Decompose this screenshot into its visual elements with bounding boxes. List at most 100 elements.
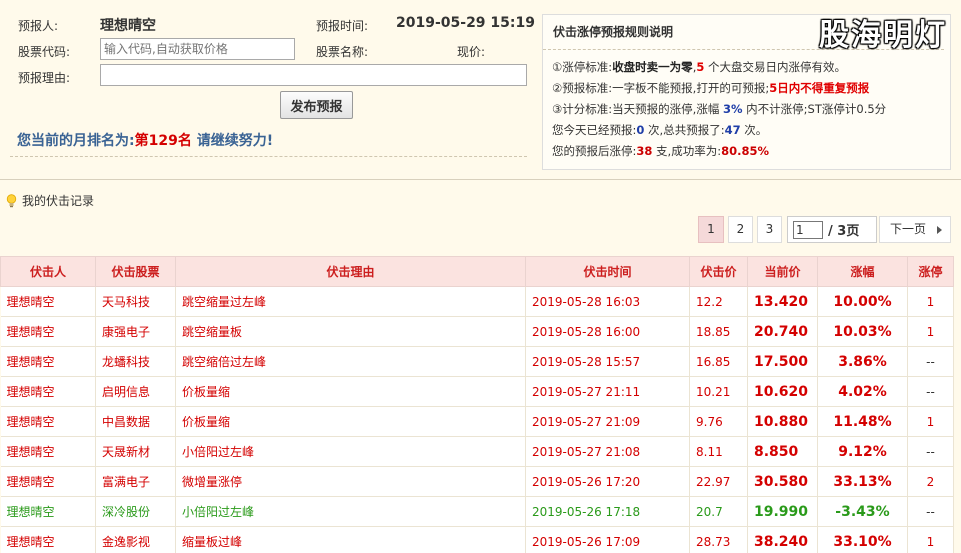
- col-header-current-price: 当前价: [747, 256, 818, 287]
- cell-stock-link[interactable]: 龙蟠科技: [95, 346, 176, 377]
- cell-time: 2019-05-27 21:08: [525, 436, 690, 467]
- cell-time: 2019-05-26 17:18: [525, 496, 690, 527]
- cell-limit-up: --: [907, 496, 954, 527]
- cell-stock-link[interactable]: 富满电子: [95, 466, 176, 497]
- cell-entry-price: 12.2: [689, 286, 748, 317]
- rule-3-prefix: ③计分标准:当天预报的涨停,涨幅: [552, 102, 723, 116]
- next-page-button[interactable]: 下一页: [879, 216, 951, 243]
- rules-body: ①涨停标准:收盘时卖一为零,5 个大盘交易日内涨停有效。 ②预报标准:一字板不能…: [543, 50, 950, 162]
- cell-user: 理想晴空: [0, 286, 96, 317]
- col-header-limit-up: 涨停: [907, 256, 954, 287]
- cell-current-price: 8.850: [747, 436, 818, 467]
- rule-1-strong: 收盘时卖一为零: [612, 60, 693, 74]
- cell-change: 4.02%: [817, 376, 908, 407]
- cell-stock-link[interactable]: 天晟新材: [95, 436, 176, 467]
- forecaster-label: 预报人:: [18, 19, 59, 33]
- cell-stock-link[interactable]: 金逸影视: [95, 526, 176, 553]
- rule-1-suffix: 个大盘交易日内涨停有效。: [704, 60, 847, 74]
- cell-current-price: 13.420: [747, 286, 818, 317]
- cell-time: 2019-05-28 16:03: [525, 286, 690, 317]
- cell-user: 理想晴空: [0, 466, 96, 497]
- cell-reason: 微增量涨停: [175, 466, 526, 497]
- cell-stock-link[interactable]: 康强电子: [95, 316, 176, 347]
- cell-reason: 跳空缩倍过左峰: [175, 346, 526, 377]
- page-jump: 1 / 3页: [787, 216, 877, 243]
- cell-current-price: 38.240: [747, 526, 818, 553]
- cell-time: 2019-05-27 21:11: [525, 376, 690, 407]
- cell-reason: 价板量缩: [175, 376, 526, 407]
- cell-limit-up: 1: [907, 526, 954, 553]
- cell-current-price: 17.500: [747, 346, 818, 377]
- form-divider: [10, 156, 527, 157]
- cell-entry-price: 28.73: [689, 526, 748, 553]
- cell-change: 10.00%: [817, 286, 908, 317]
- cell-time: 2019-05-26 17:09: [525, 526, 690, 553]
- cell-time: 2019-05-28 16:00: [525, 316, 690, 347]
- rank-prefix: 您当前的月排名为:: [17, 133, 135, 149]
- section-divider: [0, 179, 961, 180]
- rule-2-prefix: ②预报标准:一字板不能预报,打开的可预报;: [552, 81, 770, 95]
- cell-change: 9.12%: [817, 436, 908, 467]
- cell-entry-price: 8.11: [689, 436, 748, 467]
- cell-stock-link[interactable]: 中昌数据: [95, 406, 176, 437]
- cell-reason: 跳空缩量过左峰: [175, 286, 526, 317]
- current-price-label: 现价:: [457, 45, 486, 59]
- cell-reason: 小倍阳过左峰: [175, 436, 526, 467]
- cell-user: 理想晴空: [0, 496, 96, 527]
- cell-limit-up: 1: [907, 286, 954, 317]
- stock-name-label: 股票名称:: [316, 45, 369, 59]
- cell-entry-price: 16.85: [689, 346, 748, 377]
- page-jump-input[interactable]: 1: [793, 221, 823, 239]
- records-table: 伏击人 伏击股票 伏击理由 伏击时间 伏击价 当前价 涨幅 涨停 理想晴空 天马科…: [0, 256, 954, 553]
- cell-change: 33.10%: [817, 526, 908, 553]
- publish-forecast-button[interactable]: 发布预报: [280, 91, 353, 119]
- cell-user: 理想晴空: [0, 316, 96, 347]
- cell-change: 33.13%: [817, 466, 908, 497]
- cell-current-price: 10.880: [747, 406, 818, 437]
- rule-line-3: ③计分标准:当天预报的涨停,涨幅 3% 内不计涨停;ST涨停计0.5分: [552, 99, 950, 120]
- cell-stock-link[interactable]: 深冷股份: [95, 496, 176, 527]
- cell-user: 理想晴空: [0, 346, 96, 377]
- cell-change: 3.86%: [817, 346, 908, 377]
- cell-stock-link[interactable]: 天马科技: [95, 286, 176, 317]
- cell-user: 理想晴空: [0, 526, 96, 553]
- table-row: 理想晴空 龙蟠科技 跳空缩倍过左峰 2019-05-28 15:57 16.85 17.5…: [0, 346, 954, 377]
- page-1-button[interactable]: 1: [698, 216, 724, 243]
- rule-3-suffix: 内不计涨停;ST涨停计0.5分: [742, 102, 887, 116]
- cell-current-price: 19.990: [747, 496, 818, 527]
- total-count: 47: [724, 123, 741, 137]
- col-header-stock: 伏击股票: [95, 256, 176, 287]
- rank-suffix: 请继续努力!: [191, 133, 274, 149]
- cell-reason: 价板量缩: [175, 406, 526, 437]
- cell-time: 2019-05-26 17:20: [525, 466, 690, 497]
- rule-1-prefix: ①涨停标准:: [552, 60, 613, 74]
- table-row: 理想晴空 康强电子 跳空缩量板 2019-05-28 16:00 18.85 20.740…: [0, 316, 954, 347]
- cell-entry-price: 9.76: [689, 406, 748, 437]
- stock-code-input[interactable]: [100, 38, 295, 60]
- cell-entry-price: 18.85: [689, 316, 748, 347]
- table-row: 理想晴空 富满电子 微增量涨停 2019-05-26 17:20 22.97 30.580…: [0, 466, 954, 497]
- records-heading: 我的伏击记录: [6, 192, 94, 209]
- cell-limit-up: --: [907, 346, 954, 377]
- table-row: 理想晴空 天晟新材 小倍阳过左峰 2019-05-27 21:08 8.11 8.850 9…: [0, 436, 954, 467]
- cell-stock-link[interactable]: 启明信息: [95, 376, 176, 407]
- reason-input[interactable]: [100, 64, 527, 86]
- rank-value: 第129名: [134, 133, 192, 149]
- cell-entry-price: 20.7: [689, 496, 748, 527]
- page-3-button[interactable]: 3: [757, 216, 782, 243]
- col-header-time: 伏击时间: [525, 256, 690, 287]
- page-2-button[interactable]: 2: [728, 216, 753, 243]
- forecast-time-label: 预报时间:: [316, 19, 369, 33]
- col-header-change: 涨幅: [817, 256, 908, 287]
- cell-limit-up: 1: [907, 406, 954, 437]
- watermark-logo: 股海明灯: [819, 18, 947, 53]
- table-row: 理想晴空 中昌数据 价板量缩 2019-05-27 21:09 9.76 10.880 11…: [0, 406, 954, 437]
- rule-line-1: ①涨停标准:收盘时卖一为零,5 个大盘交易日内涨停有效。: [552, 57, 950, 78]
- cell-current-price: 20.740: [747, 316, 818, 347]
- cell-user: 理想晴空: [0, 376, 96, 407]
- cell-reason: 跳空缩量板: [175, 316, 526, 347]
- stock-code-label: 股票代码:: [18, 45, 71, 59]
- total-pages: / 3页: [828, 224, 860, 239]
- success-rate-prefix: 支,成功率为:: [652, 144, 722, 158]
- cell-reason: 缩量板过峰: [175, 526, 526, 553]
